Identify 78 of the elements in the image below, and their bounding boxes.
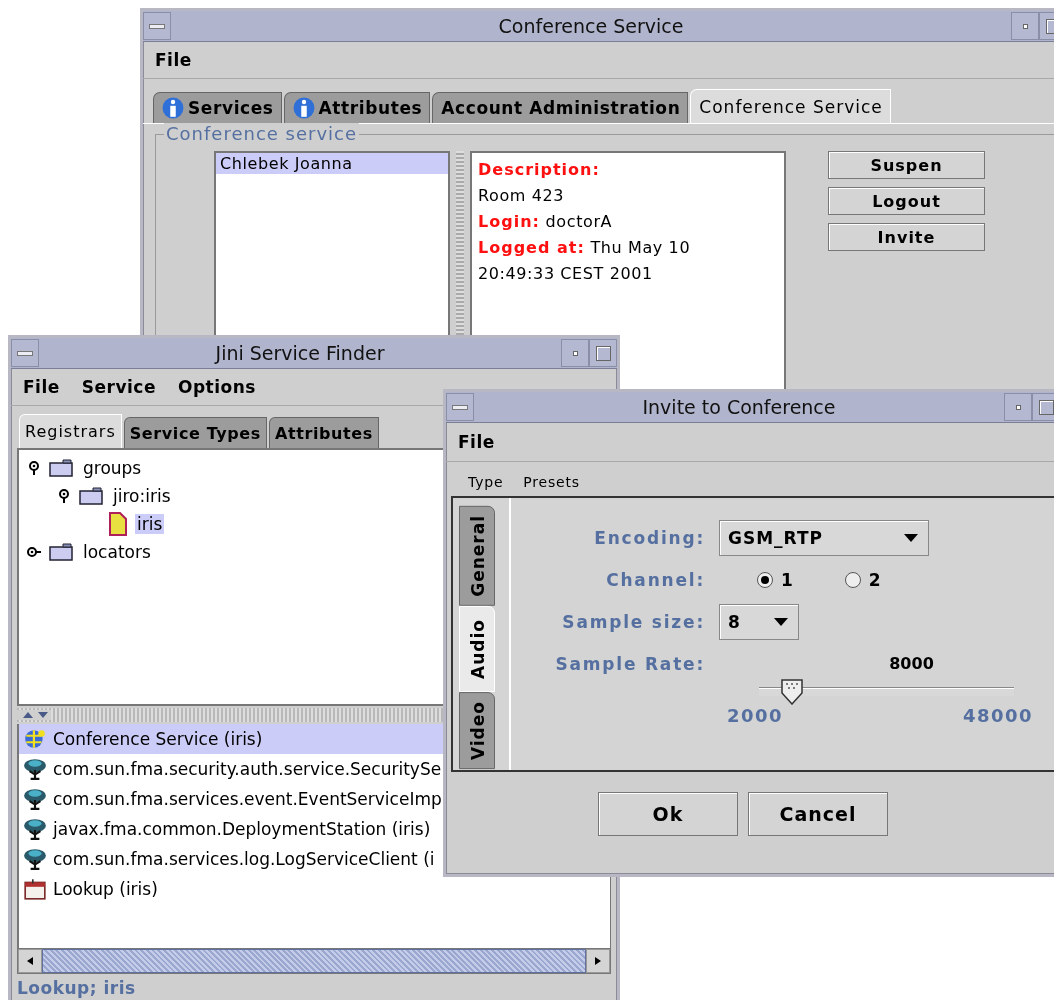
side-tab[interactable]: Video — [459, 691, 495, 769]
tree-icon — [23, 757, 47, 781]
horizontal-scrollbar[interactable] — [17, 948, 611, 974]
tree-icon — [23, 847, 47, 871]
split-arrows-icon[interactable] — [17, 710, 51, 720]
right-arrow-icon — [593, 955, 603, 967]
tab[interactable]: Service Types — [123, 417, 267, 448]
participant-item[interactable]: Chlebek Joanna — [216, 153, 448, 174]
tab[interactable]: Account Administration — [432, 92, 689, 123]
service-item[interactable]: com.sun.fma.services.log.LogServiceClient (i — [19, 844, 610, 874]
scroll-right-button[interactable] — [586, 949, 610, 973]
encoding-dropdown[interactable]: GSM_RTP — [719, 520, 929, 556]
tree-item[interactable]: jiro:iris — [111, 486, 173, 506]
window-title: Conference Service — [497, 15, 685, 37]
slider-min-label: 2000 — [727, 705, 784, 726]
toolbar-menu[interactable]: Type — [468, 474, 504, 490]
side-tab[interactable]: Audio — [459, 605, 495, 692]
caret-icon — [774, 618, 788, 626]
maximize-button[interactable] — [589, 339, 617, 367]
toolbar-menu[interactable]: Presets — [523, 474, 580, 490]
tab[interactable]: Registrars — [19, 414, 122, 448]
action-button[interactable]: Invite — [828, 223, 985, 251]
window-menu-button[interactable] — [143, 12, 171, 40]
tree-item[interactable]: iris — [135, 514, 165, 534]
side-tab[interactable]: General — [459, 506, 495, 606]
detail-text: Logged at: Thu May 10 20:49:33 CEST 2001 — [478, 237, 692, 285]
slider-max-label: 48000 — [962, 705, 1033, 726]
tree-item[interactable]: locators — [81, 542, 153, 562]
menu-item[interactable]: Options — [178, 377, 256, 397]
menu-item[interactable]: File — [23, 377, 60, 397]
tab[interactable]: Attributes — [283, 92, 431, 123]
menu-item[interactable]: File — [458, 432, 495, 452]
folder-icon — [49, 459, 73, 477]
tab[interactable]: Services — [153, 92, 282, 123]
caret-icon — [904, 534, 918, 542]
dialog-button[interactable]: Ok — [598, 792, 738, 836]
slider-value: 8000 — [889, 654, 934, 673]
folder-icon — [79, 487, 103, 505]
document-icon — [109, 512, 127, 536]
sample-size-dropdown[interactable]: 8 — [719, 604, 799, 640]
slider-thumb[interactable] — [781, 679, 804, 705]
calendar-icon — [23, 877, 47, 901]
dialog-button[interactable]: Cancel — [748, 792, 888, 836]
lookup-item[interactable]: Lookup (iris) — [19, 874, 610, 904]
info-icon — [292, 97, 315, 119]
globe-icon — [23, 727, 47, 751]
tab[interactable]: Attributes — [268, 417, 379, 448]
channel-radio[interactable]: 2 — [844, 570, 881, 590]
field-label: Channel: — [605, 570, 705, 590]
tree-item[interactable]: groups — [81, 458, 144, 478]
window-title: Invite to Conference — [641, 396, 837, 418]
field-label: Sample Rate: — [554, 654, 705, 674]
action-button[interactable]: Logout — [828, 187, 985, 215]
menu-item[interactable]: File — [155, 50, 192, 70]
info-icon — [162, 97, 184, 119]
detail-text: Login: doctorA — [478, 211, 614, 233]
menu-item[interactable]: Service — [81, 377, 156, 397]
maximize-button[interactable] — [1032, 393, 1054, 421]
field-label: Sample size: — [561, 612, 705, 632]
window-menu-button[interactable] — [11, 339, 39, 367]
left-arrow-icon — [25, 955, 35, 967]
detail-text: Room 423 — [478, 185, 565, 207]
window-menu-button[interactable] — [446, 393, 474, 421]
field-label: Encoding: — [593, 528, 705, 548]
tab[interactable]: Conference Service — [690, 89, 891, 123]
action-button[interactable]: Suspen — [828, 151, 985, 179]
channel-radio[interactable]: 1 — [757, 570, 793, 590]
folder-icon — [49, 543, 73, 561]
window-title: Jini Service Finder — [213, 342, 386, 364]
detail-text: Description: — [478, 159, 601, 181]
expanded-handle-icon[interactable] — [57, 489, 71, 503]
status-text: Lookup; iris — [16, 977, 137, 1000]
scroll-left-button[interactable] — [18, 949, 42, 973]
expanded-handle-icon[interactable] — [27, 461, 41, 475]
collapsed-handle-icon[interactable] — [27, 545, 41, 559]
scroll-thumb[interactable] — [42, 949, 586, 973]
tree-icon — [23, 817, 47, 841]
tree-icon — [23, 787, 47, 811]
